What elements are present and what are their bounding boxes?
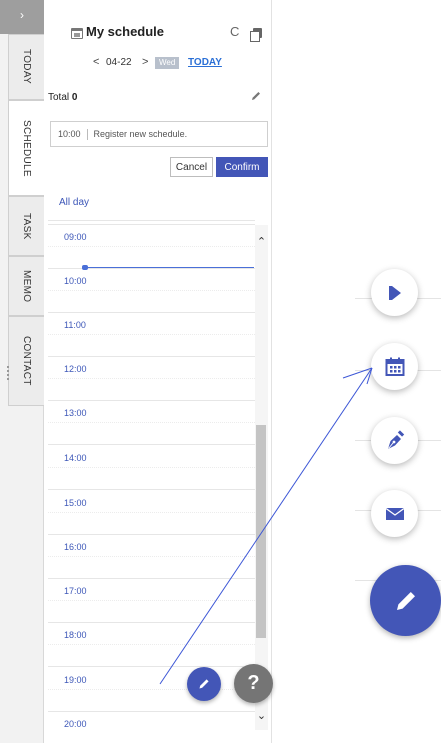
hour-label: 10:00 bbox=[64, 276, 87, 286]
tab-label: MEMO bbox=[21, 269, 32, 303]
half-hour-line bbox=[48, 644, 255, 645]
hour-label: 09:00 bbox=[64, 232, 87, 242]
scroll-down-icon[interactable]: ⌄ bbox=[255, 709, 268, 722]
hour-line bbox=[48, 312, 255, 313]
edit-pencil-icon[interactable] bbox=[250, 90, 262, 102]
pencil-icon bbox=[396, 591, 415, 610]
new-schedule-field[interactable]: 10:00 Register new schedule. bbox=[50, 121, 268, 147]
hour-label: 16:00 bbox=[64, 542, 87, 552]
panel-header: My schedule C bbox=[44, 22, 272, 42]
quick-memo-button[interactable] bbox=[371, 417, 418, 464]
help-button[interactable]: ? bbox=[234, 664, 273, 703]
hour-label: 18:00 bbox=[64, 630, 87, 640]
today-link[interactable]: TODAY bbox=[188, 57, 222, 68]
hour-label: 13:00 bbox=[64, 408, 87, 418]
next-day-button[interactable]: > bbox=[142, 56, 148, 68]
confirm-button[interactable]: Confirm bbox=[216, 157, 268, 177]
half-hour-line bbox=[48, 378, 255, 379]
cancel-button[interactable]: Cancel bbox=[170, 157, 213, 177]
half-hour-line bbox=[48, 689, 255, 690]
hour-label: 17:00 bbox=[64, 586, 87, 596]
tab-label: SCHEDULE bbox=[21, 119, 32, 177]
side-tab-rail: › TODAY SCHEDULE TASK MEMO CONTACT bbox=[0, 0, 44, 743]
hour-line bbox=[48, 711, 255, 712]
help-icon: ? bbox=[247, 672, 260, 694]
hour-line bbox=[48, 444, 255, 445]
scroll-up-icon[interactable]: ⌃ bbox=[255, 235, 268, 248]
mail-icon bbox=[385, 507, 404, 520]
all-day-label[interactable]: All day bbox=[59, 197, 89, 208]
hour-line bbox=[48, 578, 255, 579]
current-time-line bbox=[82, 267, 254, 268]
copy-icon[interactable] bbox=[250, 28, 262, 42]
quick-flag-button[interactable] bbox=[371, 269, 418, 316]
new-schedule-placeholder[interactable]: Register new schedule. bbox=[94, 129, 188, 139]
hour-line bbox=[48, 622, 255, 623]
hour-label: 14:00 bbox=[64, 453, 87, 463]
day-of-week-badge: Wed bbox=[155, 57, 180, 69]
calendar-icon bbox=[385, 357, 404, 376]
quick-calendar-button[interactable] bbox=[371, 343, 418, 390]
half-hour-line bbox=[48, 334, 255, 335]
hour-label: 12:00 bbox=[64, 364, 87, 374]
tab-label: CONTACT bbox=[21, 336, 32, 386]
divider bbox=[48, 224, 255, 225]
chevron-right-icon: › bbox=[20, 8, 24, 22]
new-schedule-time[interactable]: 10:00 bbox=[58, 129, 81, 139]
hour-label: 20:00 bbox=[64, 719, 87, 729]
page-title: My schedule bbox=[86, 24, 165, 39]
half-hour-line bbox=[48, 290, 255, 291]
quick-write-main-button[interactable] bbox=[370, 565, 441, 636]
hour-line bbox=[48, 400, 255, 401]
half-hour-line bbox=[48, 467, 255, 468]
tab-label: TASK bbox=[21, 212, 32, 240]
tab-memo[interactable]: MEMO bbox=[8, 256, 44, 316]
hour-label: 15:00 bbox=[64, 498, 87, 508]
pencil-icon bbox=[199, 679, 209, 689]
resize-handle[interactable] bbox=[7, 366, 10, 380]
hour-line bbox=[48, 489, 255, 490]
date-navigator: < 04-22 > Wed TODAY bbox=[44, 55, 272, 71]
half-hour-line bbox=[48, 600, 255, 601]
hour-line bbox=[48, 268, 255, 269]
total-count: 0 bbox=[71, 92, 78, 103]
total-label: Total bbox=[48, 92, 70, 103]
calendar-icon bbox=[71, 28, 83, 39]
scrollbar-thumb[interactable] bbox=[256, 425, 266, 638]
half-hour-line bbox=[48, 556, 255, 557]
flag-icon bbox=[388, 285, 401, 300]
half-hour-line bbox=[48, 422, 255, 423]
current-time-marker bbox=[82, 265, 88, 270]
half-hour-line bbox=[48, 512, 255, 513]
prev-day-button[interactable]: < bbox=[93, 56, 99, 68]
hour-label: 19:00 bbox=[64, 675, 87, 685]
hour-line bbox=[48, 666, 255, 667]
tab-task[interactable]: TASK bbox=[8, 196, 44, 256]
quick-mail-button[interactable] bbox=[371, 490, 418, 537]
hour-label: 11:00 bbox=[64, 320, 86, 330]
total-summary: Total 0 bbox=[48, 92, 77, 103]
collapse-toggle[interactable]: › bbox=[0, 0, 44, 34]
refresh-icon[interactable]: C bbox=[230, 24, 239, 39]
pen-nib-icon bbox=[387, 429, 404, 449]
current-date[interactable]: 04-22 bbox=[106, 57, 132, 68]
tab-today[interactable]: TODAY bbox=[8, 34, 44, 100]
divider bbox=[48, 220, 255, 221]
quick-write-button[interactable] bbox=[187, 667, 221, 701]
tab-label: TODAY bbox=[21, 49, 32, 85]
schedule-panel: My schedule C < 04-22 > Wed TODAY Total … bbox=[44, 0, 273, 743]
half-hour-line bbox=[48, 246, 255, 247]
field-separator bbox=[86, 129, 88, 140]
hour-line bbox=[48, 534, 255, 535]
tab-contact[interactable]: CONTACT bbox=[8, 316, 44, 406]
tab-schedule[interactable]: SCHEDULE bbox=[8, 100, 44, 196]
hour-line bbox=[48, 356, 255, 357]
